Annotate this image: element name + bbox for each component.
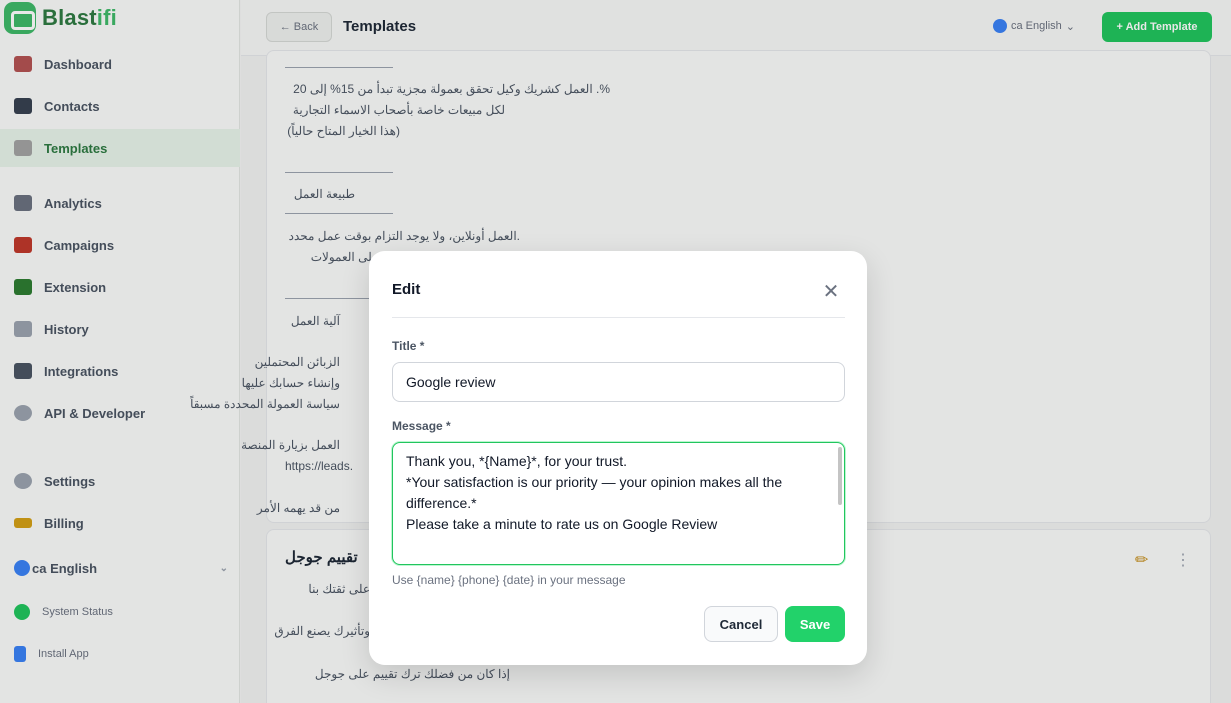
message-hint: Use {name} {phone} {date} in your messag… [392, 573, 626, 587]
title-field-label: Title * [392, 339, 425, 353]
message-textarea[interactable]: Thank you, *{Name}*, for your trust. *Yo… [392, 442, 845, 565]
message-scrollbar[interactable] [838, 447, 842, 505]
edit-template-modal: Edit ✕ Title * Message * Thank you, *{Na… [369, 251, 867, 665]
close-icon[interactable]: ✕ [817, 277, 845, 305]
message-line: Please take a minute to rate us on Googl… [406, 516, 718, 532]
message-field-label: Message * [392, 419, 451, 433]
title-input[interactable] [392, 362, 845, 402]
message-line: *Your satisfaction is our priority — you… [406, 474, 786, 511]
modal-divider [392, 317, 845, 318]
cancel-button[interactable]: Cancel [704, 606, 778, 642]
message-line: Thank you, *{Name}*, for your trust. [406, 453, 627, 469]
save-button[interactable]: Save [785, 606, 845, 642]
modal-title: Edit [392, 281, 421, 298]
